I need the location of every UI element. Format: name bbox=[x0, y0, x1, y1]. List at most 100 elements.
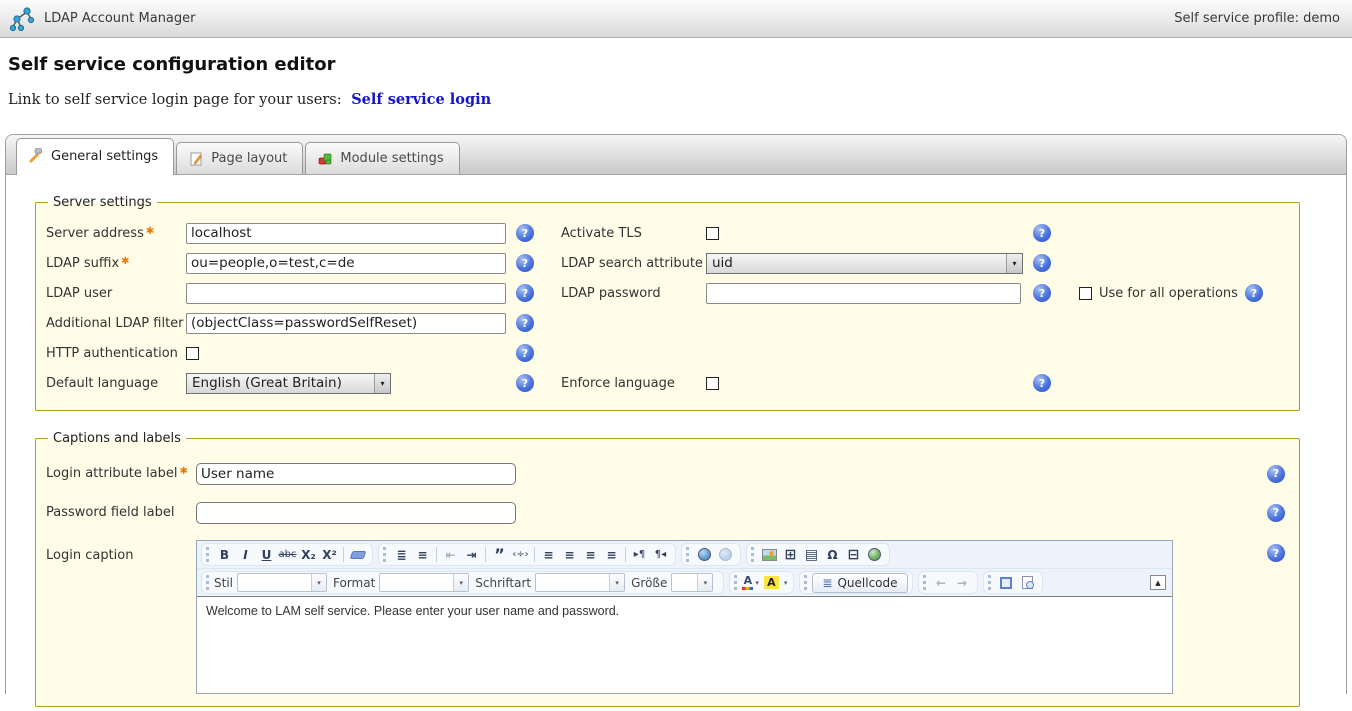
align-justify-icon[interactable]: ≡ bbox=[601, 545, 622, 564]
insert-image-icon[interactable] bbox=[759, 545, 780, 564]
indent-icon[interactable]: ⇥ bbox=[461, 545, 482, 564]
editor-content-area[interactable]: Welcome to LAM self service. Please ente… bbox=[197, 596, 1172, 693]
text-color-icon[interactable]: A bbox=[742, 575, 753, 590]
subscript-icon[interactable]: X₂ bbox=[298, 545, 319, 564]
size-select[interactable]: ▾ bbox=[671, 573, 713, 592]
chevron-down-icon: ▾ bbox=[453, 574, 468, 591]
div-container-icon[interactable]: ‹÷› bbox=[510, 545, 531, 564]
bold-icon[interactable]: B bbox=[214, 545, 235, 564]
help-icon[interactable]: ? bbox=[1033, 374, 1051, 392]
additional-ldap-filter-input[interactable] bbox=[186, 313, 506, 334]
toolbar-drag-handle[interactable] bbox=[383, 547, 386, 562]
help-icon[interactable]: ? bbox=[1033, 284, 1051, 302]
login-caption-editor: B I U abc X₂ X² ≣ ≡ ⇤ bbox=[196, 540, 1173, 694]
link-icon[interactable] bbox=[694, 545, 715, 564]
align-left-icon[interactable]: ≡ bbox=[538, 545, 559, 564]
iframe-icon[interactable] bbox=[864, 545, 885, 564]
ldap-user-input[interactable] bbox=[186, 283, 506, 304]
tab-general-settings[interactable]: General settings bbox=[16, 138, 174, 175]
toolbar-collapse-button[interactable]: ▲ bbox=[1150, 575, 1166, 590]
font-select[interactable]: ▾ bbox=[535, 573, 625, 592]
background-color-icon[interactable]: A bbox=[761, 573, 782, 592]
text-direction-ltr-icon[interactable]: ▸¶ bbox=[629, 545, 650, 564]
special-character-icon[interactable]: Ω bbox=[822, 545, 843, 564]
self-service-login-link[interactable]: Self service login bbox=[351, 91, 491, 108]
toolbar-drag-handle[interactable] bbox=[923, 575, 926, 590]
style-select[interactable]: ▾ bbox=[237, 573, 327, 592]
help-icon[interactable]: ? bbox=[516, 344, 534, 362]
help-icon[interactable]: ? bbox=[516, 314, 534, 332]
bulleted-list-icon[interactable]: ≡ bbox=[412, 545, 433, 564]
ldap-suffix-label: LDAP suffix✱ bbox=[46, 256, 186, 271]
chevron-down-icon: ▾ bbox=[609, 574, 624, 591]
chevron-down-icon[interactable]: ▾ bbox=[1006, 254, 1022, 273]
toolbar-drag-handle[interactable] bbox=[206, 575, 209, 590]
maximize-icon[interactable] bbox=[996, 573, 1017, 592]
help-icon[interactable]: ? bbox=[1267, 544, 1285, 562]
toolbar-drag-handle[interactable] bbox=[206, 547, 209, 562]
login-caption-label: Login caption bbox=[46, 540, 196, 563]
toolbar-drag-handle[interactable] bbox=[734, 575, 737, 590]
font-select-label: Schriftart bbox=[475, 576, 531, 590]
toolbar-group-colors: A ▾ A ▾ bbox=[729, 571, 794, 594]
chevron-down-icon[interactable]: ▾ bbox=[784, 579, 788, 587]
help-icon[interactable]: ? bbox=[516, 254, 534, 272]
help-icon[interactable]: ? bbox=[1033, 254, 1051, 272]
login-attribute-label-input[interactable] bbox=[196, 463, 516, 485]
source-code-button[interactable]: ≣ Quellcode bbox=[812, 573, 907, 593]
show-blocks-icon[interactable] bbox=[1017, 573, 1038, 592]
activate-tls-checkbox[interactable] bbox=[706, 227, 719, 240]
help-icon[interactable]: ? bbox=[1267, 504, 1285, 522]
required-icon: ✱ bbox=[146, 226, 154, 237]
page-break-icon[interactable]: ⊟ bbox=[843, 545, 864, 564]
page-title: Self service configuration editor bbox=[8, 54, 1352, 75]
ldap-search-attribute-select[interactable]: uid ▾ bbox=[706, 253, 1023, 274]
tab-label: General settings bbox=[51, 149, 158, 164]
align-center-icon[interactable]: ≡ bbox=[559, 545, 580, 564]
ldap-password-input[interactable] bbox=[706, 283, 1021, 304]
toolbar-drag-handle[interactable] bbox=[751, 547, 754, 562]
password-field-label-row: Password field label ? bbox=[46, 493, 1299, 532]
toolbar-drag-handle[interactable] bbox=[804, 575, 807, 590]
password-field-label-label: Password field label bbox=[46, 505, 196, 520]
help-icon[interactable]: ? bbox=[1245, 284, 1263, 302]
toolbar-drag-handle[interactable] bbox=[988, 575, 991, 590]
help-icon[interactable]: ? bbox=[1033, 224, 1051, 242]
ldap-suffix-input[interactable] bbox=[186, 253, 506, 274]
enforce-language-checkbox[interactable] bbox=[706, 377, 719, 390]
use-for-all-operations-label: Use for all operations bbox=[1099, 286, 1238, 301]
underline-icon[interactable]: U bbox=[256, 545, 277, 564]
ldap-search-attribute-label: LDAP search attribute bbox=[561, 256, 706, 271]
format-select[interactable]: ▾ bbox=[379, 573, 469, 592]
ldap-password-label: LDAP password bbox=[561, 286, 706, 301]
blockquote-icon[interactable]: ” bbox=[489, 545, 510, 564]
numbered-list-icon[interactable]: ≣ bbox=[391, 545, 412, 564]
italic-icon[interactable]: I bbox=[235, 545, 256, 564]
strikethrough-icon[interactable]: abc bbox=[277, 545, 298, 564]
tab-page-layout[interactable]: Page layout bbox=[176, 142, 303, 174]
server-address-input[interactable] bbox=[186, 223, 506, 244]
chevron-down-icon: ▾ bbox=[311, 574, 326, 591]
superscript-icon[interactable]: X² bbox=[319, 545, 340, 564]
ldap-user-label: LDAP user bbox=[46, 286, 186, 301]
align-right-icon[interactable]: ≡ bbox=[580, 545, 601, 564]
default-language-label: Default language bbox=[46, 376, 186, 391]
help-icon[interactable]: ? bbox=[516, 374, 534, 392]
toolbar-drag-handle[interactable] bbox=[686, 547, 689, 562]
toolbar-group-links bbox=[681, 543, 741, 566]
help-icon[interactable]: ? bbox=[516, 284, 534, 302]
insert-table-icon[interactable]: ⊞ bbox=[780, 545, 801, 564]
horizontal-rule-icon[interactable]: ▤ bbox=[801, 545, 822, 564]
tab-module-settings[interactable]: Module settings bbox=[305, 142, 459, 174]
chevron-down-icon[interactable]: ▾ bbox=[755, 579, 759, 587]
default-language-select[interactable]: English (Great Britain) ▾ bbox=[186, 373, 391, 394]
use-for-all-operations-checkbox[interactable] bbox=[1079, 287, 1092, 300]
http-authentication-checkbox[interactable] bbox=[186, 347, 199, 360]
remove-format-icon[interactable] bbox=[347, 545, 368, 564]
help-icon[interactable]: ? bbox=[1267, 465, 1285, 483]
server-address-label: Server address✱ bbox=[46, 226, 186, 241]
password-field-label-input[interactable] bbox=[196, 502, 516, 524]
chevron-down-icon[interactable]: ▾ bbox=[374, 374, 390, 393]
help-icon[interactable]: ? bbox=[516, 224, 534, 242]
text-direction-rtl-icon[interactable]: ¶◂ bbox=[650, 545, 671, 564]
